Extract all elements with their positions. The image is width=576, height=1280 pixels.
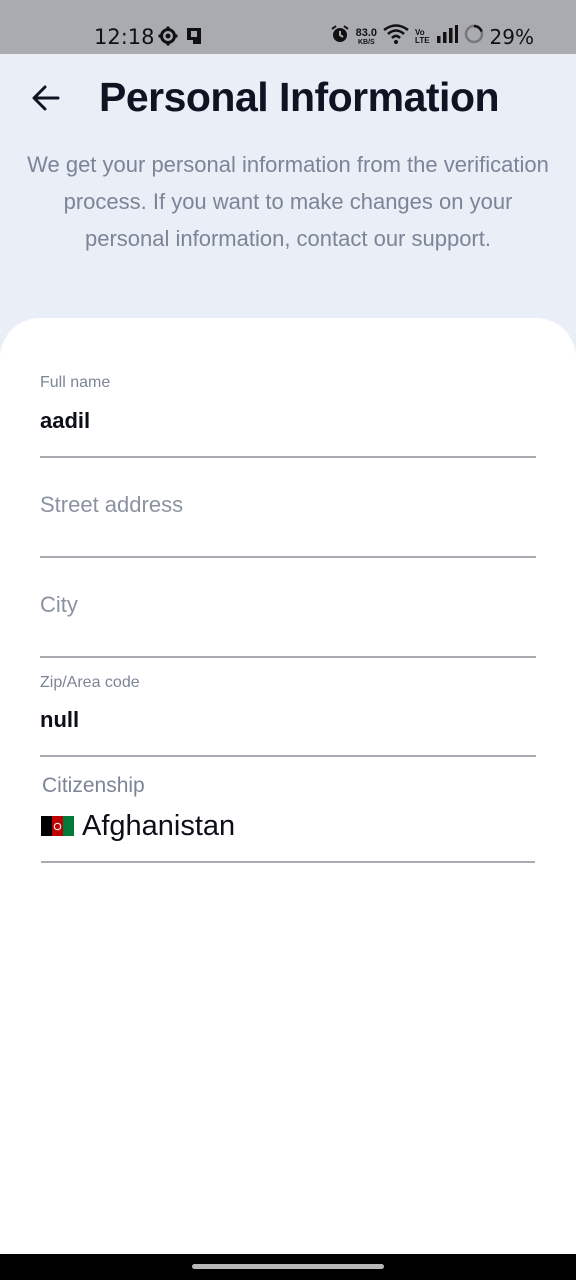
full-name-label: Full name <box>40 374 111 391</box>
status-bar: 12:18 83.0 KB/S Vo LTE 29% <box>0 0 576 54</box>
citizenship-label: Citizenship <box>42 774 145 797</box>
battery-percent: 29% <box>489 24 534 49</box>
network-speed: 83.0 KB/S <box>355 26 378 46</box>
page-title: Personal Information <box>98 74 500 120</box>
status-time: 12:18 <box>94 25 155 49</box>
net-speed-unit: KB/S <box>357 38 375 46</box>
gear-icon <box>158 26 178 51</box>
battery-ring-icon <box>464 24 484 49</box>
volte-indicator: Vo LTE <box>415 28 430 45</box>
citizenship-field[interactable]: Citizenship Afghanistan <box>41 770 535 863</box>
alarm-icon <box>330 24 350 49</box>
zip-label: Zip/Area code <box>40 674 140 691</box>
system-nav-bar <box>0 1254 576 1280</box>
page-subtitle: We get your personal information from th… <box>27 152 549 251</box>
street-address-placeholder[interactable]: Street address <box>40 492 183 518</box>
wifi-icon <box>383 24 409 49</box>
afghanistan-flag-icon <box>41 816 74 836</box>
net-speed-value: 83.0 <box>355 26 378 39</box>
zip-field[interactable]: Zip/Area code null <box>40 670 536 757</box>
city-placeholder[interactable]: City <box>40 592 78 618</box>
citizenship-value[interactable]: Afghanistan <box>82 810 235 843</box>
zip-value[interactable]: null <box>40 707 79 733</box>
volte-bottom: LTE <box>415 35 430 45</box>
home-gesture-handle[interactable] <box>192 1264 384 1269</box>
full-name-field[interactable]: Full name aadil <box>40 370 536 458</box>
full-name-value[interactable]: aadil <box>40 408 90 434</box>
city-field[interactable]: City <box>40 570 536 658</box>
signal-icon <box>436 25 458 48</box>
street-address-field[interactable]: Street address <box>40 470 536 558</box>
sim-card-icon <box>184 26 204 51</box>
